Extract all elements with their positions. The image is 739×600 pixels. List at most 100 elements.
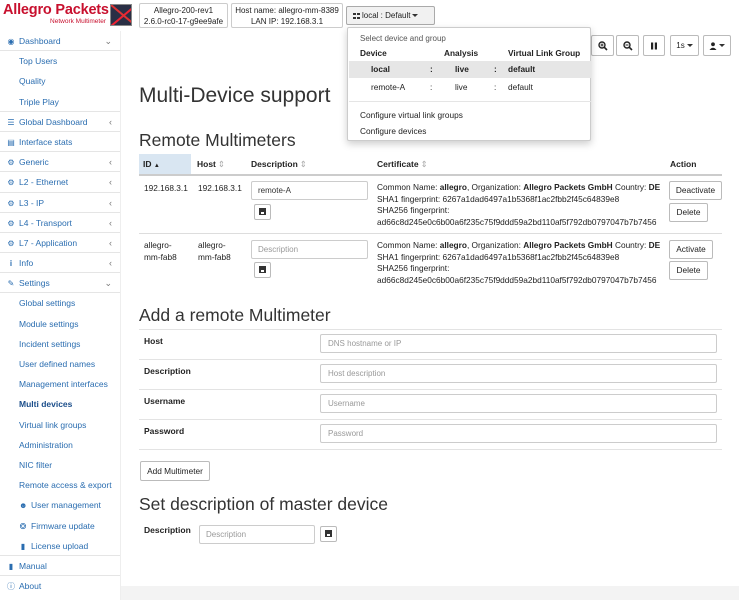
sidebar-item-module-settings[interactable]: Module settings bbox=[0, 314, 120, 334]
gear-icon: ⚙ bbox=[7, 198, 15, 208]
sidebar-item-label: Settings bbox=[19, 278, 50, 289]
host-input[interactable]: DNS hostname or IP bbox=[320, 334, 717, 353]
chevron-left-icon: ‹ bbox=[109, 157, 112, 168]
delete-button[interactable]: Delete bbox=[669, 261, 708, 280]
delete-button[interactable]: Delete bbox=[669, 203, 708, 222]
dropdown-row-local[interactable]: local : live : default bbox=[349, 61, 591, 78]
password-input[interactable]: Password bbox=[320, 424, 717, 443]
caret-down-icon bbox=[412, 14, 419, 18]
configure-link-groups-link[interactable]: Configure virtual link groups bbox=[360, 110, 463, 120]
version-box: Allegro-200-rev1 2.6.0-rc0-17-g9ee9afe bbox=[139, 3, 228, 28]
sidebar-item-l2-ethernet[interactable]: ⚙ L2 - Ethernet ‹ bbox=[0, 172, 120, 193]
form-divider bbox=[139, 359, 722, 360]
logo[interactable]: Allegro Packets Network Multimeter bbox=[3, 3, 109, 29]
sidebar-item-incident-settings[interactable]: Incident settings bbox=[0, 334, 120, 354]
add-multimeter-button[interactable]: Add Multimeter bbox=[140, 461, 210, 481]
sidebar-item-info[interactable]: i Info ‹ bbox=[0, 253, 120, 274]
lan-ip-line: LAN IP: 192.168.3.1 bbox=[250, 17, 324, 26]
sidebar-item-nic-filter[interactable]: NIC filter bbox=[0, 455, 120, 475]
row-save-button[interactable] bbox=[254, 262, 271, 278]
sidebar-item-global-dashboard[interactable]: ☰ Global Dashboard ‹ bbox=[0, 112, 120, 132]
sidebar-item-label: Interface stats bbox=[19, 136, 73, 147]
sidebar-item-generic[interactable]: ⚙ Generic ‹ bbox=[0, 152, 120, 173]
zoom-out-icon bbox=[622, 41, 633, 51]
password-label: Password bbox=[144, 426, 185, 436]
sidebar-item-label: Manual bbox=[19, 560, 47, 571]
floppy-icon bbox=[259, 266, 266, 274]
description-label: Description bbox=[144, 366, 191, 376]
cert-line1: Common Name: allegro, Organization: Alle… bbox=[377, 182, 667, 194]
zoom-in-button[interactable] bbox=[591, 35, 614, 56]
username-input[interactable]: Username bbox=[320, 394, 717, 413]
column-header-description[interactable]: Description ⇕ bbox=[251, 154, 371, 174]
sidebar-item-user-management[interactable]: ☻ User management bbox=[0, 495, 120, 515]
cert-country: DE bbox=[648, 182, 661, 192]
column-header-id[interactable]: ID ▲ bbox=[139, 154, 191, 174]
group-selector-label: local : Default bbox=[362, 11, 411, 20]
row-description-input[interactable]: Description bbox=[251, 240, 368, 259]
dropdown-header: Select device and group bbox=[360, 34, 446, 43]
dropdown-device: remote-A bbox=[371, 82, 406, 92]
gear-icon: ❂ bbox=[19, 521, 27, 531]
description-input[interactable]: Host description bbox=[320, 364, 717, 383]
sidebar-item-administration[interactable]: Administration bbox=[0, 435, 120, 455]
sidebar-item-top-users[interactable]: Top Users bbox=[0, 51, 120, 71]
sidebar-item-global-settings[interactable]: Global settings bbox=[0, 293, 120, 313]
master-description-input[interactable]: Description bbox=[199, 525, 315, 544]
row-host-line1: allegro- bbox=[198, 240, 226, 250]
row-save-button[interactable] bbox=[254, 204, 271, 220]
sidebar-item-virtual-link-groups[interactable]: Virtual link groups bbox=[0, 415, 120, 435]
sidebar-item-about[interactable]: ⓘ About bbox=[0, 576, 120, 596]
row-id: 192.168.3.1 bbox=[144, 183, 188, 193]
sidebar-item-label: Info bbox=[19, 258, 34, 269]
sidebar-item-settings[interactable]: ✎ Settings ⌄ bbox=[0, 273, 120, 294]
host-info-box: Host name: allegro-mm-8389 LAN IP: 192.1… bbox=[231, 3, 343, 28]
floppy-icon bbox=[325, 530, 332, 538]
sidebar-item-interface-stats[interactable]: ▤ Interface stats bbox=[0, 132, 120, 153]
cert-line1: Common Name: allegro, Organization: Alle… bbox=[377, 240, 667, 252]
sidebar-item-firmware-update[interactable]: ❂ Firmware update bbox=[0, 516, 120, 536]
column-header-label: Host bbox=[197, 159, 216, 169]
dropdown-row-remote-a[interactable]: remote-A : live : default bbox=[349, 79, 591, 96]
sidebar-item-l4-transport[interactable]: ⚙ L4 - Transport ‹ bbox=[0, 213, 120, 233]
master-save-button[interactable] bbox=[320, 526, 337, 542]
sidebar-item-l3-ip[interactable]: ⚙ L3 - IP ‹ bbox=[0, 193, 120, 213]
activate-button[interactable]: Activate bbox=[669, 240, 713, 259]
sidebar-item-dashboard[interactable]: ◉ Dashboard ⌄ bbox=[0, 31, 120, 52]
floppy-icon bbox=[259, 208, 266, 216]
column-header-label: Action bbox=[670, 159, 697, 169]
user-menu-button[interactable] bbox=[703, 35, 731, 56]
sidebar-item-multi-devices[interactable]: Multi devices bbox=[0, 394, 120, 414]
sidebar-item-license-upload[interactable]: ▮ License upload bbox=[0, 536, 120, 556]
sidebar-item-management-interfaces[interactable]: Management interfaces bbox=[0, 374, 120, 394]
dropdown-analysis: live bbox=[455, 64, 469, 74]
interval-dropdown[interactable]: 1s bbox=[670, 35, 699, 56]
column-header-host[interactable]: Host ⇕ bbox=[197, 154, 247, 174]
column-header-certificate[interactable]: Certificate ⇕ bbox=[377, 154, 577, 174]
logo-title: Allegro Packets bbox=[3, 2, 109, 18]
logo-subtitle: Network Multimeter bbox=[50, 18, 106, 25]
deactivate-button[interactable]: Deactivate bbox=[669, 181, 722, 200]
chevron-down-icon: ⌄ bbox=[104, 278, 112, 289]
sidebar-item-quality[interactable]: Quality bbox=[0, 71, 120, 91]
sidebar-item-l7-application[interactable]: ⚙ L7 - Application ‹ bbox=[0, 233, 120, 254]
sidebar-item-triple-play[interactable]: Triple Play bbox=[0, 92, 120, 112]
gear-icon: ⚙ bbox=[7, 178, 15, 188]
sidebar-item-label: Remote access & export bbox=[19, 480, 112, 491]
device-group-selector[interactable]: local : Default bbox=[346, 6, 435, 25]
row-host-line2: mm-fab8 bbox=[198, 251, 231, 262]
row-certificate: Common Name: allegro, Organization: Alle… bbox=[377, 240, 667, 286]
row-description-input[interactable]: remote-A bbox=[251, 181, 368, 200]
form-divider bbox=[139, 419, 722, 420]
cert-country-label: Country: bbox=[612, 240, 649, 250]
dropdown-device: local bbox=[371, 64, 390, 74]
sidebar-item-remote-access[interactable]: Remote access & export bbox=[0, 475, 120, 495]
zoom-out-button[interactable] bbox=[616, 35, 639, 56]
sidebar-item-manual[interactable]: ▮ Manual bbox=[0, 556, 120, 577]
file-icon: ▮ bbox=[20, 541, 26, 551]
chevron-left-icon: ‹ bbox=[109, 116, 112, 127]
cert-org: Allegro Packets GmbH bbox=[523, 240, 613, 250]
configure-devices-link[interactable]: Configure devices bbox=[360, 126, 426, 136]
sidebar-item-user-defined-names[interactable]: User defined names bbox=[0, 354, 120, 374]
pause-button[interactable] bbox=[643, 35, 665, 56]
